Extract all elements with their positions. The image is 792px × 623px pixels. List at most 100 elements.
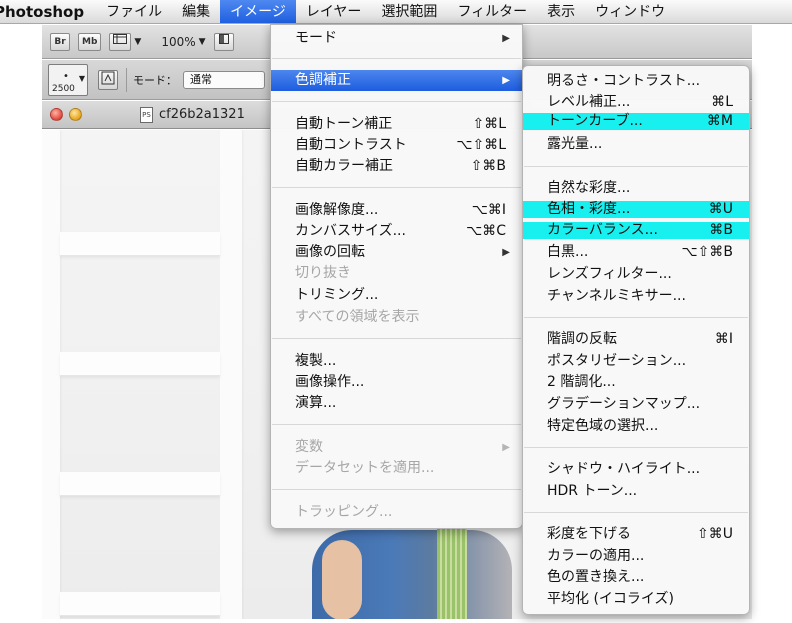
menu-item-black-white[interactable]: 白黒... ⌥⇧⌘B [523, 242, 749, 263]
menu-item-shortcut: ⌘L [711, 94, 733, 110]
close-window-button[interactable] [50, 108, 63, 121]
brush-panel-button[interactable] [98, 69, 118, 90]
menu-item-hdr-toning[interactable]: HDR トーン... [523, 481, 749, 502]
menu-item-adjustments[interactable]: 色調補正 ▶ [271, 70, 522, 91]
menu-item-brightness-contrast[interactable]: 明るさ・コントラスト... [523, 71, 749, 92]
menu-item-posterize[interactable]: ポスタリゼーション... [523, 351, 749, 372]
menu-item-equalize[interactable]: 平均化 (イコライズ) [523, 589, 749, 610]
menu-item-label: 色相・彩度... [547, 201, 631, 217]
menu-item-shortcut: ⇧⌘B [470, 158, 506, 174]
menu-item-shortcut: ⌥⌘C [466, 223, 506, 239]
mode-select[interactable]: 通常 [183, 70, 265, 89]
menu-item-trap[interactable]: トラッピング... [271, 502, 522, 523]
menu-item-shortcut: ⌘U [708, 201, 733, 217]
bridge-button[interactable]: Br [50, 32, 70, 51]
menu-item-desaturate[interactable]: 彩度を下げる ⇧⌘U [523, 524, 749, 545]
menu-item-shortcut: ⌘B [709, 222, 733, 238]
menu-item-auto-color[interactable]: 自動カラー補正 ⇧⌘B [271, 156, 522, 177]
app-menu[interactable]: Photoshop [0, 3, 96, 21]
ladder-rung [60, 592, 220, 616]
menu-item-threshold[interactable]: 2 階調化... [523, 372, 749, 393]
menu-item-auto-tone[interactable]: 自動トーン補正 ⇧⌘L [271, 114, 522, 135]
zoom-level[interactable]: 100% [161, 35, 195, 49]
menu-item-gradient-map[interactable]: グラデーションマップ... [523, 394, 749, 415]
brush-panel-icon [101, 71, 115, 84]
chevron-down-icon[interactable]: ▼ [199, 37, 206, 47]
menu-image[interactable]: イメージ [220, 0, 296, 23]
menu-item-trim[interactable]: トリミング... [271, 285, 522, 306]
menu-item-calculations[interactable]: 演算... [271, 393, 522, 414]
ladder-rail [42, 130, 60, 619]
menu-item-label: 自動コントラスト [295, 137, 407, 153]
menu-item-image-rotation[interactable]: 画像の回転 ▶ [271, 242, 522, 263]
menu-item-hue-saturation[interactable]: 色相・彩度... ⌘U [523, 201, 749, 218]
view-extras-button[interactable] [109, 32, 132, 51]
menu-item-invert[interactable]: 階調の反転 ⌘I [523, 329, 749, 350]
menu-layer[interactable]: レイヤー [296, 0, 372, 23]
menu-item-label: HDR トーン... [547, 483, 638, 499]
menu-item-label: レベル補正... [547, 94, 631, 110]
menu-item-label: 自然な彩度... [547, 180, 631, 196]
menu-separator [272, 338, 521, 339]
menu-item-reveal-all[interactable]: すべての領域を表示 [271, 307, 522, 328]
menu-item-label: トリミング... [295, 287, 379, 303]
menu-separator [272, 187, 521, 188]
menu-file[interactable]: ファイル [96, 0, 172, 23]
menu-item-vibrance[interactable]: 自然な彩度... [523, 178, 749, 199]
menu-item-label: 露光量... [547, 136, 603, 152]
menu-item-photo-filter[interactable]: レンズフィルター... [523, 264, 749, 285]
menu-select[interactable]: 選択範囲 [371, 0, 447, 23]
menu-item-curves[interactable]: トーンカーブ... ⌘M [523, 113, 749, 130]
menu-separator [272, 58, 521, 59]
menu-item-exposure[interactable]: 露光量... [523, 134, 749, 155]
menu-item-shadows-highlights[interactable]: シャドウ・ハイライト... [523, 459, 749, 480]
menu-item-label: 画像解像度... [295, 202, 379, 218]
grid-icon [113, 33, 128, 44]
menu-item-label: レンズフィルター... [547, 266, 672, 282]
menu-item-label: 複製... [295, 353, 337, 369]
menu-separator [272, 424, 521, 425]
menu-item-auto-contrast[interactable]: 自動コントラスト ⌥⇧⌘L [271, 135, 522, 156]
menu-item-label: 明るさ・コントラスト... [547, 73, 701, 89]
menu-item-image-size[interactable]: 画像解像度... ⌥⌘I [271, 200, 522, 221]
menu-item-label: データセットを適用... [295, 460, 435, 476]
mini-bridge-button[interactable]: Mb [78, 32, 102, 51]
menu-item-selective-color[interactable]: 特定色域の選択... [523, 416, 749, 437]
minimize-window-button[interactable] [69, 108, 82, 121]
menu-item-shortcut: ⌘I [714, 331, 733, 347]
menu-separator [524, 447, 748, 448]
menu-item-crop[interactable]: 切り抜き [271, 263, 522, 284]
menu-item-apply-data-set[interactable]: データセットを適用... [271, 458, 522, 479]
menu-item-label: チャンネルミキサー... [547, 288, 686, 304]
menu-item-duplicate[interactable]: 複製... [271, 351, 522, 372]
ladder-rail [220, 130, 242, 619]
menu-item-label: 色の置き換え... [547, 569, 645, 585]
image-menu-dropdown: モード ▶ 色調補正 ▶ 自動トーン補正 ⇧⌘L 自動コントラスト ⌥⇧⌘L 自… [270, 24, 523, 529]
submenu-arrow-icon: ▶ [502, 75, 510, 86]
menu-item-replace-color[interactable]: 色の置き換え... [523, 567, 749, 588]
menu-filter[interactable]: フィルター [447, 0, 537, 23]
menu-item-label: 変数 [295, 439, 323, 455]
menu-item-channel-mixer[interactable]: チャンネルミキサー... [523, 286, 749, 307]
menu-item-variables[interactable]: 変数 ▶ [271, 437, 522, 458]
arrange-documents-button[interactable] [213, 32, 234, 51]
document-icon: PS [140, 106, 153, 123]
menu-view[interactable]: 表示 [537, 0, 585, 23]
menu-item-label: シャドウ・ハイライト... [547, 461, 701, 477]
ladder-rung [60, 472, 220, 496]
menu-item-color-balance[interactable]: カラーバランス... ⌘B [523, 222, 749, 239]
menu-separator [524, 512, 748, 513]
menu-separator [524, 166, 748, 167]
menu-item-canvas-size[interactable]: カンバスサイズ... ⌥⌘C [271, 221, 522, 242]
menu-item-match-color[interactable]: カラーの適用... [523, 546, 749, 567]
menu-item-label: 平均化 (イコライズ) [547, 591, 674, 607]
menu-item-label: 演算... [295, 395, 337, 411]
menu-item-apply-image[interactable]: 画像操作... [271, 372, 522, 393]
menu-item-label: ポスタリゼーション... [547, 353, 687, 369]
menu-item-levels[interactable]: レベル補正... ⌘L [523, 92, 749, 113]
brush-preset-picker[interactable]: • 2500 ▼ [48, 63, 88, 96]
chevron-down-icon[interactable]: ▼ [134, 37, 141, 47]
menu-edit[interactable]: 編集 [172, 0, 220, 23]
menu-item-mode[interactable]: モード ▶ [271, 28, 522, 49]
menu-window[interactable]: ウィンドウ [585, 0, 675, 23]
